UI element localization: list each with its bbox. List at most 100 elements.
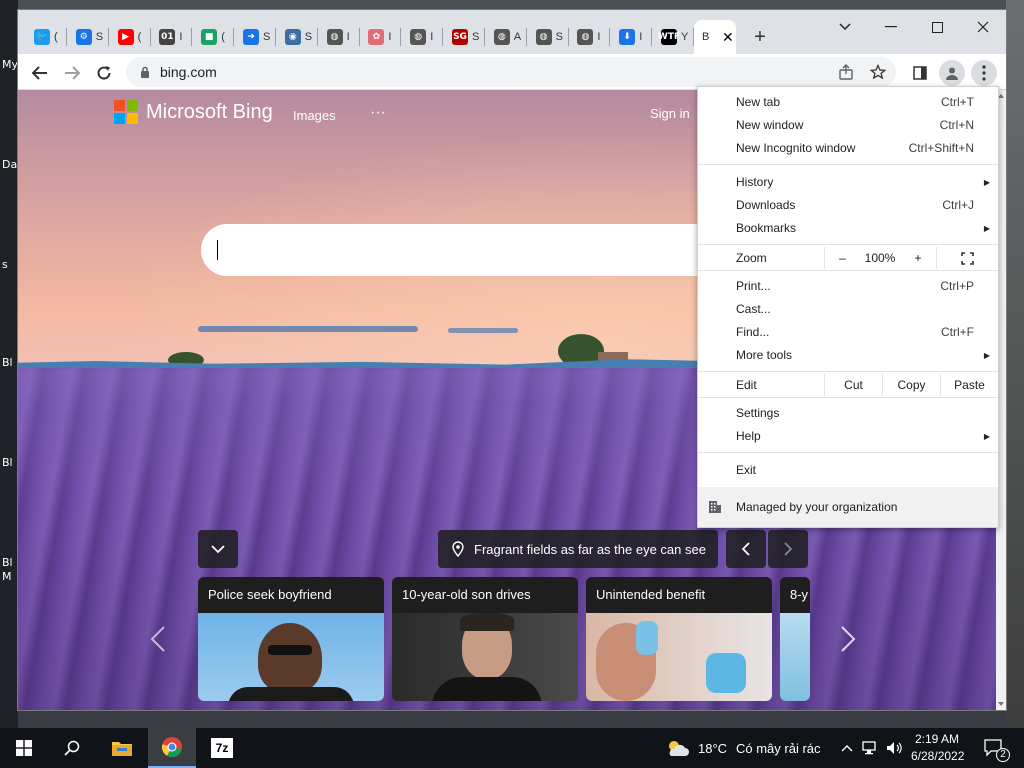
- carousel-next-icon[interactable]: [840, 625, 856, 661]
- profile-button[interactable]: [939, 60, 965, 86]
- menu-item-downloads[interactable]: Downloads Ctrl+J: [698, 194, 998, 216]
- browser-tab[interactable]: WTF Y: [653, 20, 693, 54]
- arrow-right-icon: [65, 66, 80, 80]
- tab-title: S: [263, 31, 271, 43]
- next-image-button[interactable]: [768, 530, 808, 568]
- close-window-icon[interactable]: [960, 14, 1006, 40]
- network-icon[interactable]: [860, 728, 882, 768]
- file-explorer-button[interactable]: [98, 728, 146, 768]
- back-button[interactable]: [27, 60, 53, 86]
- zoom-out-button[interactable]: –: [824, 247, 860, 269]
- cut-button[interactable]: Cut: [824, 374, 882, 396]
- reload-button[interactable]: [91, 60, 117, 86]
- star-bookmark-icon[interactable]: [870, 64, 886, 80]
- side-panel-button[interactable]: [907, 60, 933, 86]
- menu-item-settings[interactable]: Settings: [698, 402, 998, 424]
- news-card[interactable]: Unintended benefit: [586, 577, 772, 701]
- news-image: [586, 613, 772, 701]
- browser-tab[interactable]: ◍ I: [319, 20, 359, 54]
- menu-item-new-incognito[interactable]: New Incognito window Ctrl+Shift+N: [698, 137, 998, 159]
- menu-shortcut: Ctrl+T: [941, 95, 974, 109]
- desktop-label[interactable]: My: [2, 58, 18, 71]
- menu-item-history[interactable]: History ▶: [698, 171, 998, 193]
- menu-item-managed[interactable]: Managed by your organization: [698, 487, 998, 527]
- tab-search-icon[interactable]: [822, 14, 868, 40]
- browser-tab[interactable]: ■(: [193, 20, 233, 54]
- close-tab-icon[interactable]: ✕: [722, 29, 734, 46]
- menu-item-help[interactable]: Help ▶: [698, 425, 998, 447]
- prev-image-button[interactable]: [726, 530, 766, 568]
- flower-icon: ✿: [368, 29, 385, 45]
- browser-tab[interactable]: ⚙ S: [68, 20, 108, 54]
- fullscreen-button[interactable]: [936, 247, 998, 269]
- menu-shortcut: Ctrl+F: [941, 325, 974, 339]
- address-bar[interactable]: bing.com: [126, 57, 896, 87]
- menu-item-new-tab[interactable]: New tab Ctrl+T: [698, 91, 998, 113]
- browser-tab[interactable]: ▶(: [110, 20, 150, 54]
- desktop-label[interactable]: Bl: [2, 456, 13, 469]
- menu-item-print[interactable]: Print... Ctrl+P: [698, 275, 998, 297]
- app-icon: ■: [201, 29, 218, 45]
- fullscreen-icon: [961, 251, 974, 265]
- carousel-prev-icon[interactable]: [150, 625, 166, 661]
- desktop-label[interactable]: Da: [2, 158, 17, 171]
- copy-button[interactable]: Copy: [882, 374, 940, 396]
- desktop-label[interactable]: s: [2, 258, 8, 271]
- share-icon[interactable]: [838, 64, 854, 80]
- clock-date[interactable]: 6/28/2022: [911, 749, 964, 763]
- browser-tab[interactable]: ◍ A: [486, 20, 526, 54]
- new-tab-button[interactable]: +: [748, 26, 772, 50]
- chrome-taskbar-button[interactable]: [148, 728, 196, 768]
- bing-logo[interactable]: Microsoft Bing: [114, 100, 273, 124]
- minimize-icon[interactable]: [868, 14, 914, 40]
- desktop-label[interactable]: Bl: [2, 356, 13, 369]
- chrome-menu-button[interactable]: [971, 60, 997, 86]
- sign-in-link[interactable]: Sign in: [650, 106, 690, 121]
- clock-time[interactable]: 2:19 AM: [915, 732, 959, 746]
- chevron-right-icon: [784, 542, 792, 556]
- menu-item-cast[interactable]: Cast...: [698, 298, 998, 320]
- images-link[interactable]: Images: [293, 108, 336, 123]
- search-input[interactable]: [201, 224, 711, 276]
- image-caption[interactable]: Fragrant fields as far as the eye can se…: [438, 530, 718, 568]
- weather-icon[interactable]: [662, 728, 692, 768]
- weather-description[interactable]: Có mây rải rác: [736, 741, 821, 756]
- tab-active-bing[interactable]: B ✕: [694, 20, 736, 54]
- search-button[interactable]: [48, 728, 96, 768]
- chevron-up-icon[interactable]: [838, 728, 856, 768]
- browser-tab[interactable]: ◉ S: [277, 20, 317, 54]
- news-card[interactable]: 10-year-old son drives: [392, 577, 578, 701]
- news-card[interactable]: 8-y: [780, 577, 810, 701]
- weather-temperature[interactable]: 18°C: [698, 741, 727, 756]
- menu-item-more-tools[interactable]: More tools ▶: [698, 344, 998, 366]
- zoom-in-button[interactable]: +: [900, 247, 936, 269]
- browser-tab[interactable]: 🐦(: [26, 20, 66, 54]
- browser-tab[interactable]: ◍ I: [402, 20, 442, 54]
- more-options-link[interactable]: ···: [370, 104, 386, 122]
- tab-title: B: [702, 31, 710, 43]
- globe-icon: ◍: [326, 29, 343, 45]
- collapse-button[interactable]: [198, 530, 238, 568]
- 7zip-taskbar-button[interactable]: 7z: [198, 728, 246, 768]
- menu-item-bookmarks[interactable]: Bookmarks ▶: [698, 217, 998, 239]
- browser-tab[interactable]: ✿ I: [360, 20, 400, 54]
- menu-item-exit[interactable]: Exit: [698, 459, 998, 481]
- desktop-label[interactable]: M: [2, 570, 12, 583]
- news-card[interactable]: Police seek boyfriend: [198, 577, 384, 701]
- browser-tab[interactable]: ➜ S: [235, 20, 275, 54]
- browser-tab[interactable]: SG S: [444, 20, 484, 54]
- browser-tab[interactable]: 01 I: [151, 20, 191, 54]
- notifications-button[interactable]: 2: [978, 728, 1010, 768]
- menu-item-find[interactable]: Find... Ctrl+F: [698, 321, 998, 343]
- tab-title: I: [388, 31, 392, 43]
- menu-item-new-window[interactable]: New window Ctrl+N: [698, 114, 998, 136]
- start-button[interactable]: [0, 728, 48, 768]
- volume-icon[interactable]: [884, 728, 906, 768]
- forward-button[interactable]: [59, 60, 85, 86]
- browser-tab[interactable]: ◍ S: [528, 20, 568, 54]
- maximize-icon[interactable]: [914, 14, 960, 40]
- desktop-label[interactable]: Bl: [2, 556, 13, 569]
- browser-tab[interactable]: ◍ I: [569, 20, 609, 54]
- paste-button[interactable]: Paste: [940, 374, 998, 396]
- browser-tab[interactable]: ⬇ I: [611, 20, 651, 54]
